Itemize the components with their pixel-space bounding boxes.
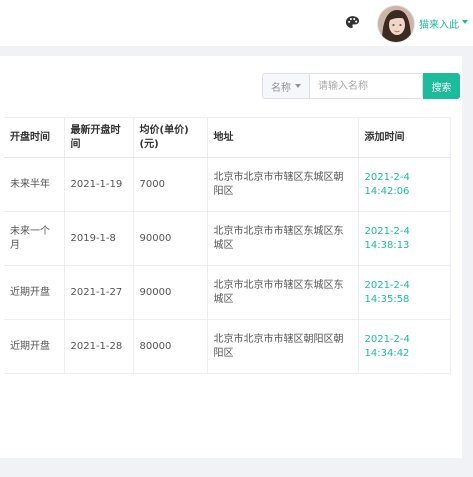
search-bar: 名称 搜索 <box>262 73 460 99</box>
search-input[interactable] <box>309 73 423 99</box>
cell-latest-open-time: 2021-1-28 <box>63 319 134 374</box>
cell-latest-open-time: 2021-1-19 <box>63 157 134 212</box>
search-button[interactable]: 搜索 <box>423 73 460 99</box>
table-header-row: 开盘时间 最新开盘时间 均价(单价)(元) 地址 添加时间 <box>4 117 451 158</box>
table-row[interactable]: 未来半年 2021-1-19 7000 北京市北京市市辖区东城区朝阳区 2021… <box>4 157 451 212</box>
table-row[interactable]: 未来一个月 2019-1-8 90000 北京市北京市市辖区东城区东城区 202… <box>4 211 451 266</box>
cell-open-time: 未来一个月 <box>4 211 65 266</box>
cell-added-time: 2021-2-4 14:38:13 <box>357 211 451 266</box>
column-header-latest-open-time: 最新开盘时间 <box>63 117 134 158</box>
cell-average-price: 80000 <box>132 319 208 374</box>
cell-latest-open-time: 2019-1-8 <box>63 211 134 266</box>
main-panel: 名称 搜索 开盘时间 最新开盘时间 均价(单价)(元) 地址 添加时间 未来半年 <box>0 56 462 458</box>
avatar[interactable] <box>377 5 415 43</box>
column-header-address: 地址 <box>206 117 359 158</box>
user-name[interactable]: 猫来入此 <box>419 16 459 31</box>
avatar-photo <box>378 6 414 42</box>
top-bar: 猫来入此 <box>0 0 473 46</box>
chevron-down-icon[interactable] <box>462 20 468 24</box>
palette-icon[interactable] <box>345 15 360 30</box>
cell-added-time: 2021-2-4 14:42:06 <box>357 157 451 212</box>
cell-address: 北京市北京市市辖区朝阳区朝阳区 <box>206 319 359 374</box>
search-type-label: 名称 <box>271 82 291 94</box>
column-header-added-time: 添加时间 <box>357 117 451 158</box>
cell-address: 北京市北京市市辖区东城区东城区 <box>206 211 359 266</box>
table-row[interactable]: 近期开盘 2021-1-28 80000 北京市北京市市辖区朝阳区朝阳区 202… <box>4 319 451 374</box>
cell-latest-open-time: 2021-1-27 <box>63 265 134 320</box>
column-header-open-time: 开盘时间 <box>4 117 65 158</box>
cell-address: 北京市北京市市辖区东城区朝阳区 <box>206 157 359 212</box>
cell-average-price: 90000 <box>132 211 208 266</box>
cell-address: 北京市北京市市辖区东城区东城区 <box>206 265 359 320</box>
column-header-average-price: 均价(单价)(元) <box>132 117 208 158</box>
cell-open-time: 近期开盘 <box>4 319 65 374</box>
search-type-select[interactable]: 名称 <box>262 73 309 99</box>
cell-added-time: 2021-2-4 14:34:42 <box>357 319 451 374</box>
chevron-down-icon <box>295 84 301 88</box>
data-table: 开盘时间 最新开盘时间 均价(单价)(元) 地址 添加时间 未来半年 2021-… <box>4 117 451 374</box>
cell-open-time: 近期开盘 <box>4 265 65 320</box>
cell-average-price: 7000 <box>132 157 208 212</box>
cell-added-time: 2021-2-4 14:35:58 <box>357 265 451 320</box>
table-row[interactable]: 近期开盘 2021-1-27 90000 北京市北京市市辖区东城区东城区 202… <box>4 265 451 320</box>
cell-average-price: 90000 <box>132 265 208 320</box>
cell-open-time: 未来半年 <box>4 157 65 212</box>
